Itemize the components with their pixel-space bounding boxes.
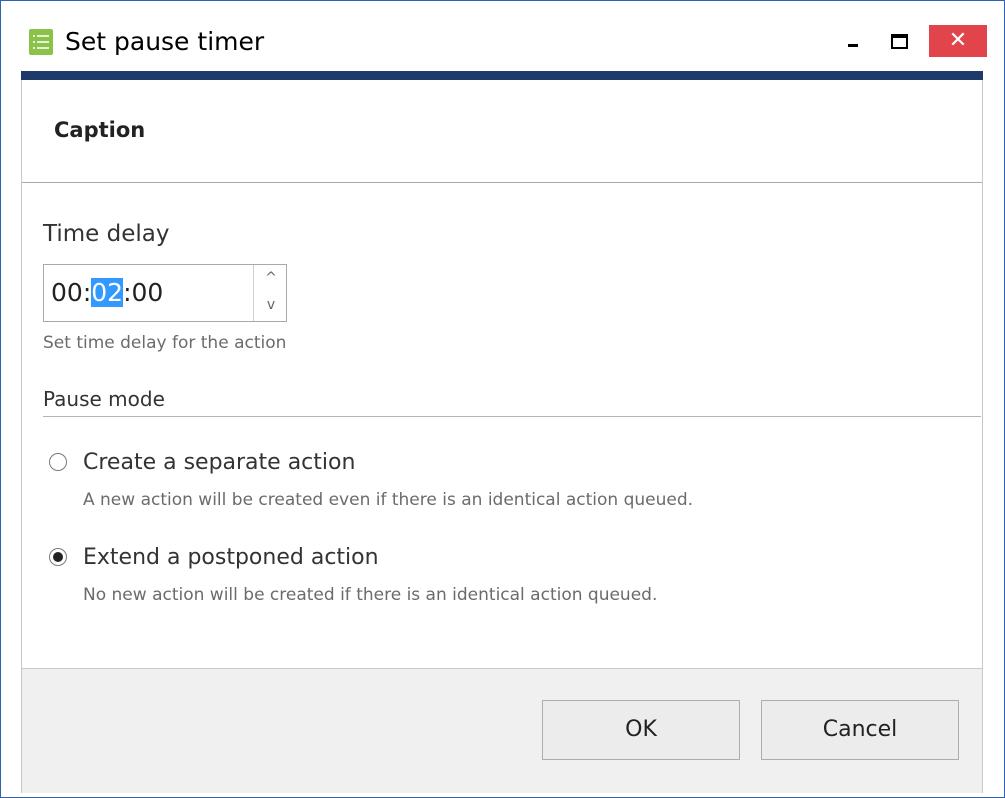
- maximize-button[interactable]: [881, 25, 917, 57]
- time-separator: :: [82, 278, 92, 307]
- time-delay-helper: Set time delay for the action: [43, 333, 287, 353]
- spin-up-button[interactable]: ^: [256, 267, 286, 294]
- radio-label-extend-postponed[interactable]: Extend a postponed action: [83, 545, 379, 570]
- caption-header: Caption: [22, 80, 982, 183]
- time-delay-label: Time delay: [43, 221, 170, 247]
- dialog-window: Set pause timer ✕ Caption Time delay 00:…: [0, 0, 1005, 798]
- minimize-button[interactable]: [835, 25, 869, 57]
- radio-dot-icon: [53, 552, 63, 562]
- radio-description-extend-postponed: No new action will be created if there i…: [83, 585, 658, 605]
- maximize-icon: [891, 34, 908, 49]
- radio-description-create-separate: A new action will be created even if the…: [83, 490, 694, 510]
- hours-segment[interactable]: 00: [51, 278, 83, 307]
- chevron-down-icon: v: [266, 297, 276, 313]
- spin-down-button[interactable]: v: [256, 293, 286, 320]
- seconds-segment[interactable]: 00: [132, 278, 164, 307]
- time-separator: :: [123, 278, 132, 307]
- radio-label-create-separate[interactable]: Create a separate action: [83, 450, 355, 475]
- time-delay-field[interactable]: 00:02:00 ^ v: [43, 264, 287, 322]
- ok-button[interactable]: OK: [542, 700, 740, 760]
- caption-title: Caption: [54, 118, 146, 142]
- time-delay-input[interactable]: 00:02:00: [44, 265, 254, 321]
- list-app-icon: [29, 29, 53, 55]
- close-icon: ✕: [948, 28, 968, 53]
- chevron-up-icon: ^: [265, 270, 277, 286]
- pause-mode-label: Pause mode: [43, 387, 165, 411]
- minutes-segment[interactable]: 02: [91, 278, 124, 307]
- window-title: Set pause timer: [65, 27, 265, 56]
- cancel-button[interactable]: Cancel: [761, 700, 959, 760]
- close-button[interactable]: ✕: [929, 25, 987, 57]
- radio-button-checked[interactable]: [49, 548, 67, 566]
- title-bar[interactable]: Set pause timer ✕: [1, 1, 1004, 71]
- accent-bar: [21, 71, 983, 80]
- dialog-footer: OK Cancel: [22, 668, 982, 793]
- radio-button-unchecked[interactable]: [49, 453, 67, 471]
- dialog-body: Caption Time delay 00:02:00 ^ v Set time…: [21, 80, 983, 793]
- minimize-icon: [848, 44, 858, 47]
- pause-mode-divider: [43, 416, 981, 417]
